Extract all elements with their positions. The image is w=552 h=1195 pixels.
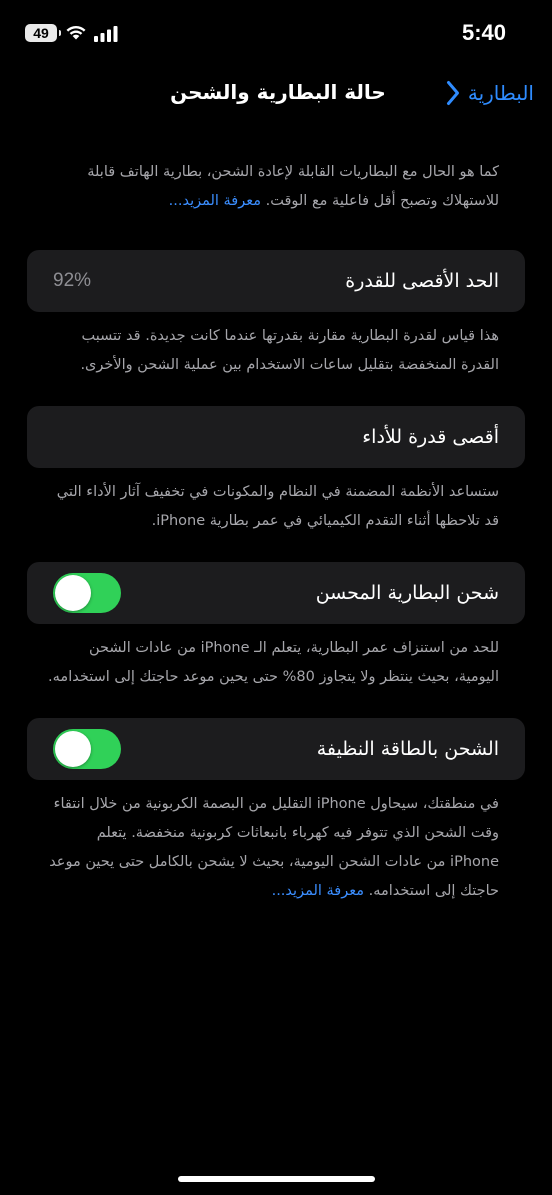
toggle-knob <box>55 575 91 611</box>
learn-more-link[interactable]: معرفة المزيد... <box>272 883 364 899</box>
intro-description: كما هو الحال مع البطاريات القابلة لإعادة… <box>87 164 499 209</box>
battery-level: 49 <box>33 25 49 41</box>
clean-energy-charging-label: الشحن بالطاقة النظيفة <box>316 738 499 760</box>
battery-icon: 49 <box>25 24 61 42</box>
max-capacity-value: 92% <box>53 270 92 291</box>
clean-energy-charging-toggle[interactable] <box>53 729 121 769</box>
toggle-knob <box>55 731 91 767</box>
peak-performance-row: أقصى قدرة للأداء <box>27 406 525 468</box>
wifi-icon <box>66 25 86 40</box>
peak-performance-footnote: ستساعد الأنظمة المضمنة في النظام والمكون… <box>56 484 499 529</box>
peak-performance-label: أقصى قدرة للأداء <box>362 426 499 448</box>
back-button-label: البطارية <box>467 81 534 105</box>
home-indicator[interactable] <box>178 1176 375 1182</box>
settings-content: كما هو الحال مع البطاريات القابلة لإعادة… <box>27 150 525 906</box>
optimized-charging-toggle[interactable] <box>53 573 121 613</box>
optimized-charging-footnote: للحد من استنزاف عمر البطارية، يتعلم الـ … <box>48 640 499 685</box>
chevron-right-icon <box>446 81 459 105</box>
status-time: 5:40 <box>461 20 506 45</box>
clean-energy-charging-row: الشحن بالطاقة النظيفة <box>27 718 525 780</box>
optimized-charging-row: شحن البطارية المحسن <box>27 562 525 624</box>
max-capacity-row: الحد الأقصى للقدرة 92% <box>27 250 525 312</box>
clean-energy-footnote: في منطقتك، سيحاول iPhone التقليل من البص… <box>27 790 525 906</box>
page-title-text: حالة البطارية والشحن <box>170 80 386 104</box>
learn-more-link[interactable]: معرفة المزيد... <box>169 193 261 209</box>
back-button[interactable]: البطارية <box>446 80 534 106</box>
max-capacity-label: الحد الأقصى للقدرة <box>345 270 499 292</box>
status-bar: 49 5:40 <box>0 0 552 66</box>
cellular-signal-icon <box>94 26 118 42</box>
navigation-bar: حالة البطارية والشحن البطارية <box>0 72 552 116</box>
optimized-charging-label: شحن البطارية المحسن <box>315 582 499 604</box>
intro-text: كما هو الحال مع البطاريات القابلة لإعادة… <box>27 158 525 216</box>
max-capacity-footnote: هذا قياس لقدرة البطارية مقارنة بقدرتها ع… <box>80 328 499 373</box>
